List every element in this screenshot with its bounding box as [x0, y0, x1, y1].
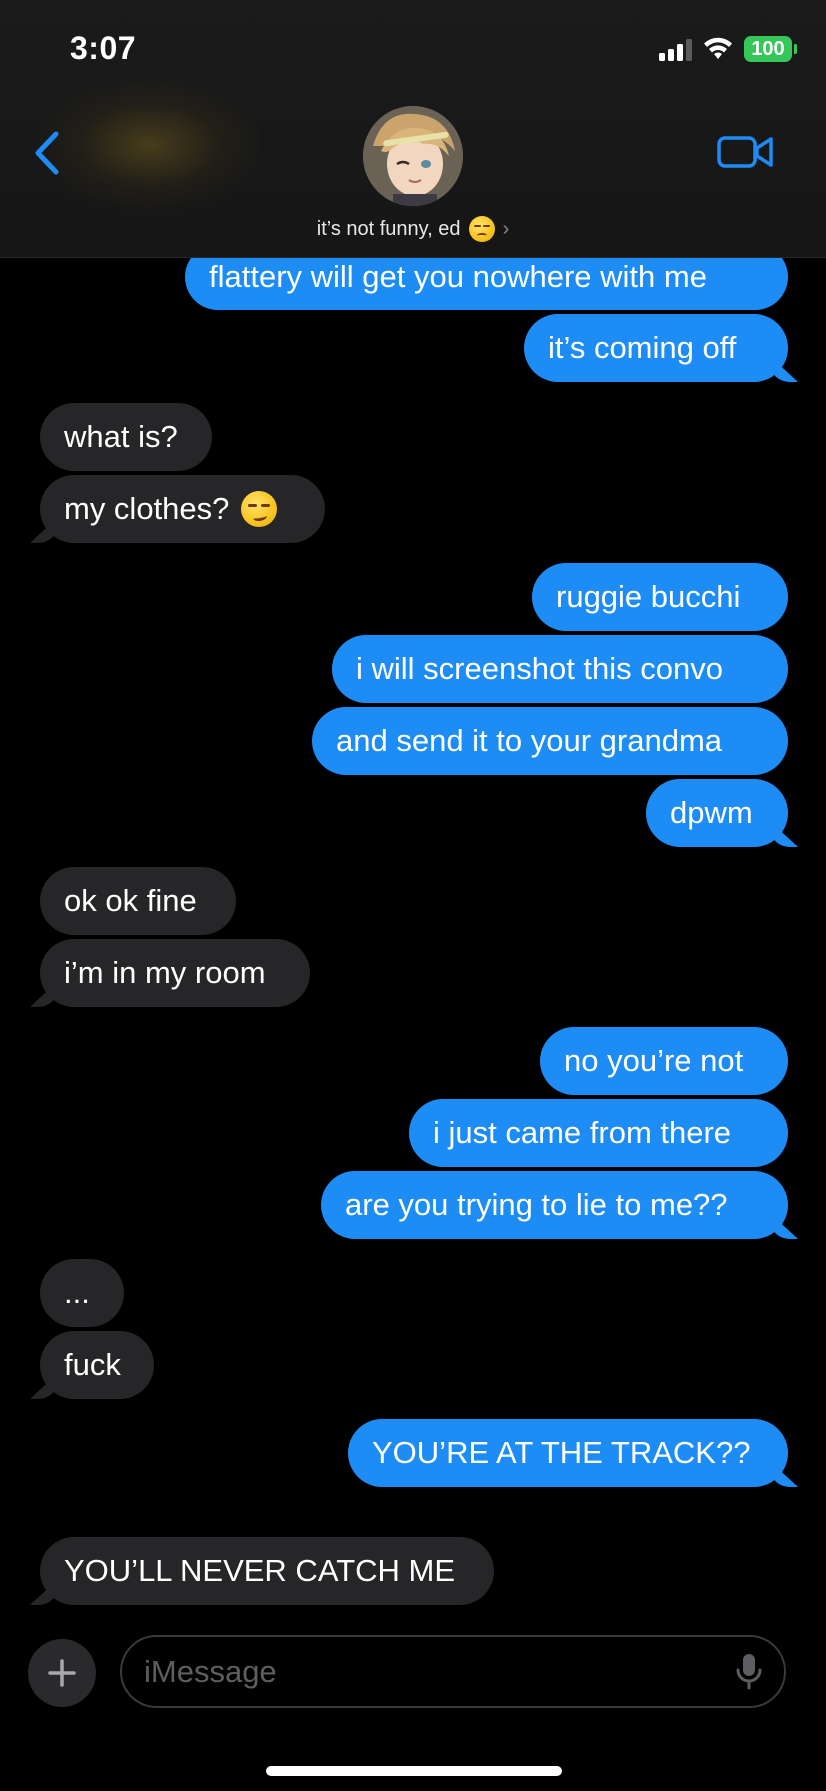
message-bubble-received[interactable]: i’m in my room [40, 939, 310, 1007]
message-text: dpwm [670, 795, 753, 830]
smirking-face-icon [241, 491, 278, 527]
message-text: i’m in my room [64, 955, 266, 990]
microphone-icon[interactable] [736, 1653, 762, 1691]
status-icons: 100 [659, 34, 797, 64]
chevron-right-icon: › [502, 217, 510, 240]
message-bubble-received[interactable]: ... [40, 1259, 124, 1327]
battery-indicator: 100 [744, 36, 797, 62]
message-text: and send it to your grandma [336, 723, 723, 758]
message-bubble-received[interactable]: what is? [40, 403, 212, 471]
message-bubble-sent[interactable]: ruggie bucchi [532, 563, 788, 631]
message-input[interactable]: iMessage [120, 1635, 786, 1708]
contact-name-button[interactable]: it’s not funny, ed › [0, 216, 826, 242]
message-input-placeholder: iMessage [144, 1653, 277, 1689]
message-bubble-sent[interactable]: it’s coming off [524, 314, 788, 382]
message-text: what is? [64, 419, 178, 454]
message-text: ruggie bucchi [556, 579, 741, 614]
apps-plus-button[interactable] [28, 1639, 96, 1707]
message-bubble-sent[interactable]: i will screenshot this convo [332, 635, 788, 703]
header-divider [0, 257, 826, 258]
message-bubble-sent[interactable]: i just came from there [409, 1099, 788, 1167]
message-text: i just came from there [433, 1115, 732, 1150]
message-bubble-sent[interactable]: YOU’RE AT THE TRACK?? [348, 1419, 788, 1487]
message-text: ... [64, 1275, 90, 1310]
cellular-signal-icon [659, 37, 692, 61]
message-bubble-sent[interactable]: are you trying to lie to me?? [321, 1171, 788, 1239]
message-text: flattery will get you nowhere with me [209, 259, 707, 294]
chevron-left-icon [35, 131, 59, 175]
message-text: i will screenshot this convo [356, 651, 723, 686]
message-text: are you trying to lie to me?? [345, 1187, 728, 1222]
message-text: YOU’LL NEVER CATCH ME [64, 1553, 456, 1588]
message-bubble-sent[interactable]: and send it to your grandma [312, 707, 788, 775]
home-indicator[interactable] [266, 1766, 562, 1776]
message-bubble-received[interactable]: fuck [40, 1331, 154, 1399]
message-text: no you’re not [564, 1043, 744, 1078]
contact-avatar[interactable] [363, 106, 463, 206]
contact-name: it’s not funny, ed [316, 217, 461, 240]
message-bubble-received[interactable]: ok ok fine [40, 867, 236, 935]
status-time: 3:07 [70, 30, 137, 66]
message-bubble-sent[interactable]: no you’re not [540, 1027, 788, 1095]
unamused-face-icon [468, 216, 495, 242]
message-text: it’s coming off [548, 330, 737, 365]
header-blur-background [40, 80, 260, 210]
message-text: YOU’RE AT THE TRACK?? [372, 1435, 751, 1470]
message-bubble-received[interactable]: YOU’LL NEVER CATCH ME [40, 1537, 494, 1605]
plus-icon [48, 1659, 76, 1687]
video-call-button[interactable] [716, 130, 776, 174]
message-bubble-sent[interactable]: dpwm [646, 779, 788, 847]
wifi-icon [704, 37, 732, 59]
message-text: my clothes? [64, 491, 230, 526]
message-bubble-received[interactable]: my clothes? [40, 475, 325, 543]
message-text: fuck [64, 1347, 121, 1382]
conversation-header: 3:07 100 it’s not funny, ed › [0, 0, 826, 258]
message-text: ok ok fine [64, 883, 197, 918]
back-button[interactable] [28, 128, 68, 178]
video-camera-icon [717, 136, 773, 168]
